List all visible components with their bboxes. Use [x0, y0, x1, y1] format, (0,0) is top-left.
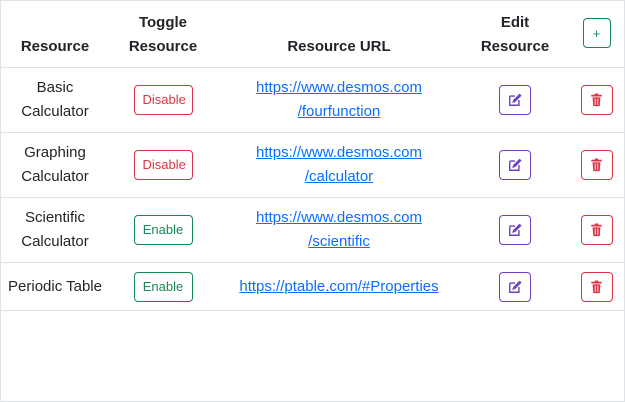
- resource-name: Periodic Table: [1, 262, 109, 311]
- edit-icon: [508, 158, 522, 172]
- resource-url-link[interactable]: https://www.desmos.com/fourfunction: [256, 79, 422, 120]
- edit-icon: [508, 223, 522, 237]
- resource-url-cell: https://www.desmos.com/calculator: [217, 132, 461, 198]
- toggle-cell: Enable: [109, 262, 217, 311]
- table-header-row: Resource Toggle Resource Resource URL Edi…: [1, 1, 624, 68]
- edit-cell: [461, 132, 569, 198]
- delete-resource-button[interactable]: [580, 85, 613, 115]
- resources-panel: Resource Toggle Resource Resource URL Edi…: [0, 0, 625, 402]
- header-add-cell: +: [569, 1, 624, 68]
- resource-name: Basic Calculator: [1, 67, 109, 133]
- delete-cell: [569, 67, 624, 133]
- delete-cell: [569, 197, 624, 263]
- delete-cell: [569, 132, 624, 198]
- resource-url-cell: https://ptable.com/#Properties: [217, 262, 461, 311]
- resource-url-link[interactable]: https://www.desmos.com/calculator: [256, 144, 422, 185]
- edit-resource-button[interactable]: [499, 150, 531, 180]
- edit-icon: [508, 280, 522, 294]
- edit-resource-button[interactable]: [499, 271, 531, 302]
- toggle-enable-button[interactable]: Enable: [133, 271, 193, 302]
- table-row: Basic Calculator Disable https://www.desmos…: [1, 67, 624, 133]
- delete-resource-button[interactable]: [580, 271, 613, 302]
- delete-resource-button[interactable]: [580, 215, 613, 245]
- resource-url-link[interactable]: https://ptable.com/#Properties: [239, 278, 438, 295]
- header-toggle-resource: Toggle Resource: [109, 1, 217, 68]
- table-row: Periodic Table Enable https://ptable.com/#…: [1, 262, 624, 311]
- resources-table: Resource Toggle Resource Resource URL Edi…: [1, 1, 624, 311]
- delete-resource-button[interactable]: [580, 150, 613, 180]
- edit-cell: [461, 197, 569, 263]
- header-resource-url: Resource URL: [217, 1, 461, 68]
- trash-icon: [590, 279, 603, 294]
- header-edit-resource: Edit Resource: [461, 1, 569, 68]
- edit-cell: [461, 262, 569, 311]
- edit-cell: [461, 67, 569, 133]
- edit-resource-button[interactable]: [499, 85, 531, 115]
- delete-cell: [569, 262, 624, 311]
- resource-name: Scientific Calculator: [1, 197, 109, 263]
- toggle-disable-button[interactable]: Disable: [133, 85, 193, 115]
- trash-icon: [590, 93, 603, 107]
- toggle-disable-button[interactable]: Disable: [133, 150, 193, 180]
- resource-name: Graphing Calculator: [1, 132, 109, 198]
- toggle-cell: Enable: [109, 197, 217, 263]
- table-row: Graphing Calculator Disable https://www.des…: [1, 132, 624, 198]
- trash-icon: [590, 158, 603, 172]
- toggle-cell: Disable: [109, 67, 217, 133]
- header-resource: Resource: [1, 1, 109, 68]
- toggle-cell: Disable: [109, 132, 217, 198]
- resource-url-cell: https://www.desmos.com/scientific: [217, 197, 461, 263]
- toggle-enable-button[interactable]: Enable: [133, 215, 193, 245]
- resource-url-cell: https://www.desmos.com/fourfunction: [217, 67, 461, 133]
- edit-resource-button[interactable]: [499, 215, 531, 245]
- resource-url-link[interactable]: https://www.desmos.com/scientific: [256, 209, 422, 250]
- add-resource-button[interactable]: +: [582, 18, 611, 48]
- edit-icon: [508, 93, 522, 107]
- table-row: Scientific Calculator Enable https://www.de…: [1, 197, 624, 263]
- trash-icon: [590, 223, 603, 237]
